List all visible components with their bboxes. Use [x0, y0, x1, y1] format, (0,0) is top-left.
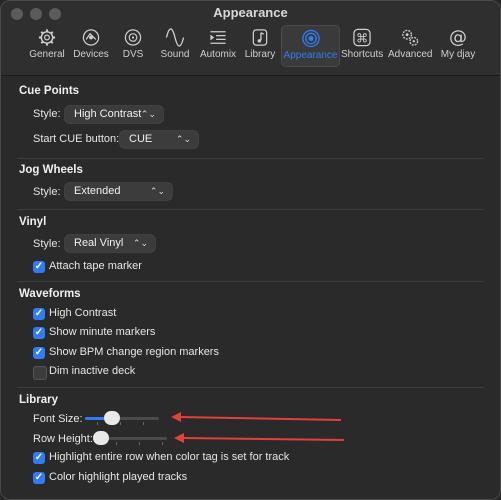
checkmark-icon: ✓ [33, 472, 45, 484]
eye-icon [301, 29, 320, 48]
slider-tick [116, 442, 117, 445]
chevron-updown-icon: ⌃⌄ [175, 134, 191, 144]
tab-label: Advanced [388, 49, 433, 60]
section-title-cue-points: Cue Points [19, 85, 80, 97]
slider-tick [120, 422, 121, 425]
checkbox-label: High Contrast [49, 307, 117, 319]
checkbox-label: Show minute markers [49, 326, 156, 338]
font-size-slider[interactable] [85, 411, 159, 425]
vinyl-style-label: Style: [33, 238, 61, 250]
window-title: Appearance [213, 5, 288, 20]
tab-advanced[interactable]: Advanced [388, 25, 432, 65]
checkmark-icon: ✓ [33, 347, 45, 359]
headphones-icon [82, 29, 100, 46]
jog-style-popup[interactable]: Extended ⌃⌄ [65, 183, 172, 200]
chevron-updown-icon: ⌃⌄ [149, 186, 165, 196]
popup-value: High Contrast [74, 108, 142, 120]
slider-tick [143, 422, 144, 425]
tab-label: Devices [73, 49, 109, 60]
section-title-waveforms: Waveforms [19, 288, 81, 300]
preferences-window: Appearance General Devices DVS Sound Aut… [0, 0, 501, 500]
chevron-updown-icon: ⌃⌄ [132, 238, 148, 248]
tab-dvs[interactable]: DVS [115, 25, 151, 65]
section-title-vinyl: Vinyl [19, 216, 47, 228]
checkmark-icon: ✓ [33, 261, 45, 273]
titlebar: Appearance General Devices DVS Sound Aut… [1, 1, 500, 76]
checkmark-icon: ✓ [33, 327, 45, 339]
automix-icon [210, 31, 226, 44]
svg-text:⌘: ⌘ [356, 31, 368, 45]
row-height-slider[interactable] [93, 431, 167, 445]
checkmark-icon: ✓ [33, 308, 45, 320]
at-sign-icon: @ [449, 28, 467, 47]
tab-sound[interactable]: Sound [156, 25, 194, 65]
tab-label: Library [244, 49, 276, 60]
checkbox-label: Dim inactive deck [49, 365, 136, 377]
start-cue-popup[interactable]: CUE ⌃⌄ [120, 131, 198, 148]
tab-general[interactable]: General [25, 25, 69, 65]
arrow-to-row-height [174, 433, 345, 443]
slider-tick [162, 442, 163, 445]
divider [17, 158, 484, 159]
slider-tick [97, 422, 98, 425]
checkmark-icon: ✓ [33, 452, 45, 464]
annotation-arrows [171, 412, 345, 443]
tab-shortcuts[interactable]: ⌘ Shortcuts [341, 25, 383, 65]
slider-knob[interactable] [93, 431, 109, 445]
appearance-pane: Cue Points Style: High Contrast ⌃⌄ Start… [1, 76, 500, 499]
gears-icon [402, 29, 419, 46]
music-note-icon [252, 29, 268, 46]
tab-label: Sound [160, 49, 190, 60]
font-size-label: Font Size: [33, 413, 83, 425]
checkbox-label: Attach tape marker [49, 260, 142, 272]
popup-value: Real Vinyl [74, 237, 124, 249]
tab-devices[interactable]: Devices [70, 25, 112, 65]
checkbox-label: Highlight entire row when color tag is s… [49, 451, 290, 463]
section-title-library: Library [19, 394, 58, 406]
cue-style-label: Style: [33, 108, 61, 120]
jog-style-label: Style: [33, 186, 61, 198]
divider [17, 281, 484, 282]
slider-tick [139, 442, 140, 445]
waveform-icon [165, 28, 185, 47]
tab-label: Automix [199, 49, 237, 60]
tab-library[interactable]: Library [241, 25, 279, 65]
vinyl-style-popup[interactable]: Real Vinyl ⌃⌄ [65, 235, 155, 252]
tab-label: Appearance [283, 50, 338, 61]
tab-label: DVS [122, 49, 144, 60]
svg-text:@: @ [449, 28, 467, 47]
vinyl-icon [124, 29, 142, 46]
command-key-icon: ⌘ [353, 28, 371, 47]
tab-label: My djay [440, 49, 476, 60]
checkbox-label: Show BPM change region markers [49, 346, 219, 358]
cue-style-popup[interactable]: High Contrast ⌃⌄ [65, 106, 163, 123]
tab-label: Shortcuts [341, 49, 384, 60]
slider-knob[interactable] [104, 411, 121, 425]
chevron-updown-icon: ⌃⌄ [140, 109, 156, 119]
popup-value: Extended [74, 185, 121, 197]
row-height-label: Row Height: [33, 433, 93, 445]
popup-value: CUE [129, 133, 153, 145]
divider [17, 209, 484, 210]
gear-icon [38, 29, 56, 46]
tab-my-djay[interactable]: @ My djay [436, 25, 480, 65]
divider [17, 387, 484, 388]
section-title-jog-wheels: Jog Wheels [19, 164, 83, 176]
start-cue-label: Start CUE button: [33, 133, 120, 145]
tab-automix[interactable]: Automix [197, 25, 239, 65]
checkbox-label: Color highlight played tracks [49, 471, 188, 483]
checkbox-box [33, 366, 47, 380]
tab-appearance[interactable]: Appearance [281, 25, 340, 67]
tab-label: General [29, 49, 65, 60]
arrow-to-font-size [171, 412, 342, 422]
